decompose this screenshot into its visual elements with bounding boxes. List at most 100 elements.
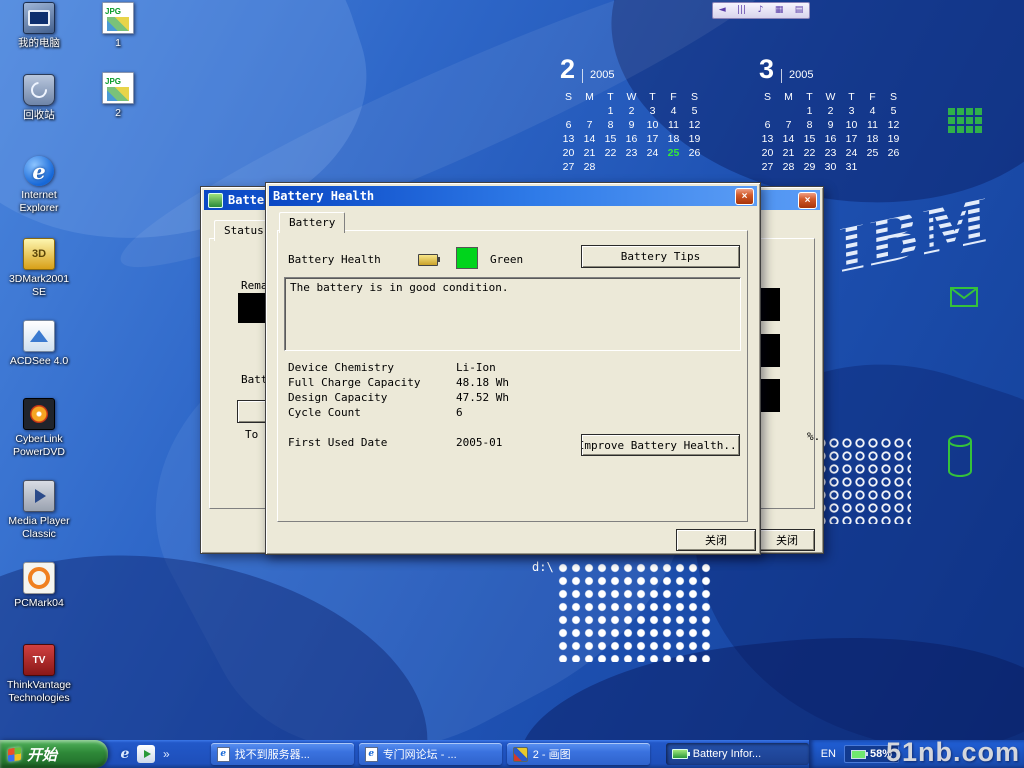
calendar-date: 18 xyxy=(663,132,684,146)
chevron-expand-icon[interactable]: » xyxy=(161,747,172,761)
desktop-icon-mark3d[interactable]: 3DMark2001 SE xyxy=(4,238,74,298)
calendar-date: 11 xyxy=(663,118,684,132)
calendar-date xyxy=(757,104,778,118)
calendar-month: 2 xyxy=(560,56,575,83)
taskbar-task-4[interactable]: Battery Infor... xyxy=(666,743,809,765)
calendar-date: 6 xyxy=(558,118,579,132)
window-title: Batte xyxy=(228,193,264,207)
clipboard-icon[interactable]: ▤ xyxy=(795,6,804,15)
mycomputer-icon xyxy=(23,2,55,34)
dialog-titlebar[interactable]: Battery Health × xyxy=(269,186,757,206)
calendar-day-header: M xyxy=(579,90,600,104)
calendar-date xyxy=(621,160,642,174)
media-icon[interactable] xyxy=(137,745,155,763)
acdsee-icon xyxy=(23,320,55,352)
condition-textbox[interactable]: The battery is in good condition. xyxy=(284,277,741,351)
calendar-date: 29 xyxy=(799,160,820,174)
calendar-date xyxy=(778,104,799,118)
calendar-date: 25 xyxy=(862,146,883,160)
tab-battery[interactable]: Battery xyxy=(279,212,345,233)
taskbar-task-3[interactable]: 2 - 画图 xyxy=(507,743,650,765)
volume-icon[interactable]: ◄ xyxy=(719,6,726,15)
calendar-date: 5 xyxy=(883,104,904,118)
taskbar-task-2[interactable]: 专门网论坛 - ... xyxy=(359,743,502,765)
calendar-date: 22 xyxy=(600,146,621,160)
calendar-date: 9 xyxy=(820,118,841,132)
desktop-icon-mpc[interactable]: Media Player Classic xyxy=(4,480,74,540)
battery-fields: Device ChemistryLi-IonFull Charge Capaci… xyxy=(288,361,739,421)
internet-explorer-icon[interactable]: e xyxy=(116,745,134,763)
desktop-icon-pcmark[interactable]: PCMark04 xyxy=(4,562,74,610)
window-close-button[interactable]: 关闭 xyxy=(759,529,815,551)
close-icon[interactable]: × xyxy=(798,192,817,209)
powerdvd-icon xyxy=(23,398,55,430)
calendar-date: 7 xyxy=(778,118,799,132)
dialog-close-button[interactable]: 关闭 xyxy=(676,529,756,551)
desktop-icon-label: 我的电脑 xyxy=(18,37,60,50)
taskbar-task-1[interactable]: 找不到服务器... xyxy=(211,743,354,765)
calendar-date: 14 xyxy=(579,132,600,146)
mini-toolbar[interactable]: ◄ ||| ♪ ▦ ▤ xyxy=(712,2,810,19)
field-label: First Used Date xyxy=(288,436,456,451)
jpg-file-icon xyxy=(102,72,134,104)
page-icon xyxy=(365,747,378,762)
desktop-icon-ie[interactable]: Internet Explorer xyxy=(4,156,74,214)
recycle-icon xyxy=(23,74,55,106)
paint-icon xyxy=(513,747,528,762)
desktop-icon-powerdvd[interactable]: CyberLink PowerDVD xyxy=(4,398,74,458)
condition-text: The battery is in good condition. xyxy=(285,278,740,297)
calendar-date: 1 xyxy=(799,104,820,118)
task-label: 专门网论坛 - ... xyxy=(383,746,457,762)
battery-icon xyxy=(418,254,438,266)
desktop-icon-label: 3DMark2001 SE xyxy=(4,273,74,298)
calendar-date: 21 xyxy=(778,146,799,160)
calendar-date: 2 xyxy=(820,104,841,118)
improve-battery-health-button[interactable]: Improve Battery Health... xyxy=(581,434,740,456)
field-value: Li-Ion xyxy=(456,361,496,376)
calendar-day-header: W xyxy=(820,90,841,104)
calendar-month: 3 xyxy=(759,56,774,83)
task-label: 找不到服务器... xyxy=(235,746,310,762)
calendar-date: 6 xyxy=(757,118,778,132)
calendar-date: 23 xyxy=(621,146,642,160)
calendar-date: 22 xyxy=(799,146,820,160)
note-icon[interactable]: ♪ xyxy=(758,6,764,15)
calendar-date: 2 xyxy=(621,104,642,118)
battery-field-row: Full Charge Capacity48.18 Wh xyxy=(288,376,739,391)
language-indicator[interactable]: EN xyxy=(821,748,836,760)
calendar-date: 7 xyxy=(579,118,600,132)
desktop-file-jpg[interactable]: 1 xyxy=(90,2,146,50)
equalizer-icon[interactable]: ||| xyxy=(737,6,746,15)
calendar-date: 1 xyxy=(600,104,621,118)
desktop-file-jpg[interactable]: 2 xyxy=(90,72,146,120)
wallpaper-calendar: 22005SMTWTFS1234567891011121314151617181… xyxy=(558,56,710,174)
calendar-date: 18 xyxy=(862,132,883,146)
desktop-icon-acdsee[interactable]: ACDSee 4.0 xyxy=(4,320,74,368)
calendar-date: 11 xyxy=(862,118,883,132)
wallpaper-dot-grid xyxy=(557,562,711,662)
desktop-icon-mycomputer[interactable]: 我的电脑 xyxy=(4,2,74,50)
battery-field-row: Cycle Count6 xyxy=(288,406,739,421)
grid-icon[interactable]: ▦ xyxy=(775,6,784,15)
calendar-date: 8 xyxy=(799,118,820,132)
battery-health-dialog[interactable]: Battery Health × Battery Battery Health … xyxy=(265,182,761,555)
desktop-icon-thinkvantage[interactable]: ThinkVantage Technologies xyxy=(4,644,74,704)
calendar-date: 17 xyxy=(841,132,862,146)
battery-field-row: Device ChemistryLi-Ion xyxy=(288,361,739,376)
calendar-date: 13 xyxy=(757,132,778,146)
calendar-date: 3 xyxy=(642,104,663,118)
jpg-file-icon xyxy=(102,2,134,34)
calendar-date: 3 xyxy=(841,104,862,118)
calendar-date: 26 xyxy=(684,146,705,160)
desktop-icon-recycle[interactable]: 回收站 xyxy=(4,74,74,122)
calendar-day-header: T xyxy=(600,90,621,104)
ie-icon xyxy=(24,156,54,186)
drive-label: d:\ xyxy=(532,560,554,574)
field-label: Device Chemistry xyxy=(288,361,456,376)
battery-icon xyxy=(851,750,866,759)
start-button[interactable]: 开始 xyxy=(0,740,108,768)
calendar-date: 15 xyxy=(799,132,820,146)
battery-gauge-segment xyxy=(761,379,780,412)
battery-tips-button[interactable]: Battery Tips xyxy=(581,245,740,268)
close-icon[interactable]: × xyxy=(735,188,754,205)
